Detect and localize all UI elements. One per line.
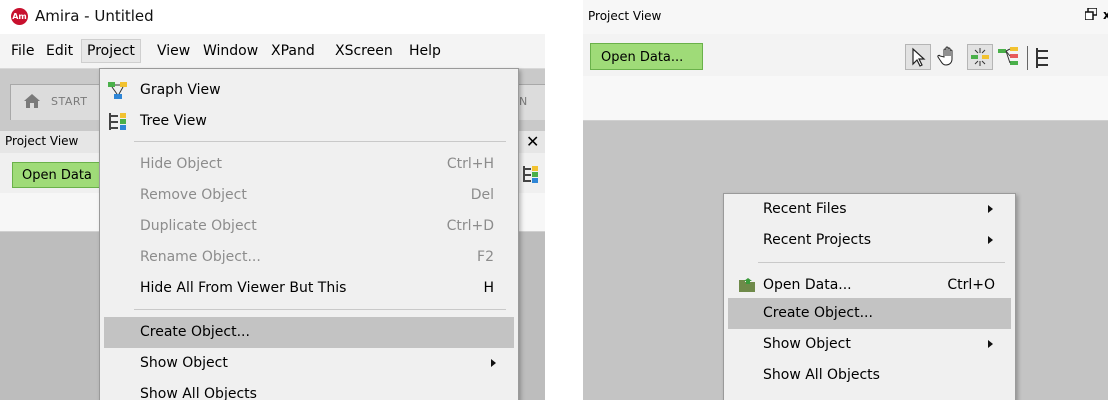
pan-tool-button[interactable] <box>936 44 962 70</box>
recent-files-label: Recent Files <box>763 201 847 217</box>
menu-item-hide-object[interactable]: Hide Object Ctrl+H <box>104 149 514 180</box>
menu-item-show-object[interactable]: Show Object <box>104 348 514 379</box>
menu-separator <box>134 309 506 310</box>
rename-object-label: Rename Object... <box>140 249 261 265</box>
remove-object-label: Remove Object <box>140 187 247 203</box>
close-icon[interactable]: ✕ <box>526 132 539 151</box>
burst-icon <box>971 48 989 66</box>
menu-item-create-object[interactable]: Create Object... <box>104 317 514 348</box>
menu-separator <box>758 262 1005 263</box>
float-window-icon[interactable] <box>1085 8 1097 20</box>
open-data-label: Open Data... <box>763 277 852 293</box>
amira-main-window: Am Amira - Untitled File Edit Project Vi… <box>0 0 545 400</box>
title-bar: Am Amira - Untitled <box>0 0 545 34</box>
graph-view-icon <box>108 82 127 99</box>
menu-item-show-object[interactable]: Show Object <box>728 329 1011 360</box>
project-view-strip <box>583 76 1108 121</box>
hide-object-label: Hide Object <box>140 156 222 172</box>
hide-all-label: Hide All From Viewer But This <box>140 280 347 296</box>
tree-view-icon[interactable] <box>1035 46 1049 70</box>
menu-item-duplicate-object[interactable]: Duplicate Object Ctrl+D <box>104 211 514 242</box>
submenu-arrow-icon <box>988 340 993 348</box>
menu-item-open-data[interactable]: Open Data... Ctrl+O <box>728 270 1011 301</box>
menu-item-show-all-objects[interactable]: Show All Objects <box>728 360 1011 391</box>
submenu-arrow-icon <box>988 236 993 244</box>
menu-item-show-all-objects[interactable]: Show All Objects <box>104 379 514 400</box>
menu-item-recent-projects[interactable]: Recent Projects <box>728 225 1011 256</box>
menu-item-rename-object[interactable]: Rename Object... F2 <box>104 242 514 273</box>
menu-project[interactable]: Project <box>81 39 141 63</box>
menu-window[interactable]: Window <box>198 40 263 62</box>
tree-view-icon <box>109 113 126 130</box>
project-view-toolbar: Open Data... <box>583 34 1108 76</box>
toolbar-separator <box>1027 46 1028 70</box>
menu-item-graph-view[interactable]: Graph View <box>104 75 514 106</box>
graph-view-icon <box>998 47 1018 65</box>
remove-object-shortcut: Del <box>470 187 494 203</box>
project-context-menu: Recent Files Recent Projects Open Data..… <box>723 193 1016 400</box>
open-data-button[interactable]: Open Data... <box>590 43 703 70</box>
tab-start[interactable]: START <box>10 84 107 120</box>
menu-item-hide-all-but-this[interactable]: Hide All From Viewer But This H <box>104 273 514 304</box>
home-icon <box>24 94 40 108</box>
show-all-objects-label: Show All Objects <box>140 386 257 400</box>
menu-item-remove-object[interactable]: Remove Object Del <box>104 180 514 211</box>
duplicate-object-shortcut: Ctrl+D <box>446 218 494 234</box>
hide-all-shortcut: H <box>483 280 494 296</box>
hide-object-shortcut: Ctrl+H <box>446 156 494 172</box>
show-all-objects-label: Show All Objects <box>763 367 880 383</box>
menu-help[interactable]: Help <box>404 40 446 62</box>
recent-projects-label: Recent Projects <box>763 232 872 248</box>
project-menu-dropdown: Graph View Tree View Hide Object Ctrl+H … <box>99 68 519 400</box>
show-object-label: Show Object <box>763 336 851 352</box>
pointer-icon <box>912 47 926 67</box>
create-object-label: Create Object... <box>140 324 250 340</box>
open-folder-icon <box>739 278 755 292</box>
rename-object-shortcut: F2 <box>477 249 494 265</box>
menu-xpand[interactable]: XPand <box>266 40 320 62</box>
project-view-panel: Project View x Open Data... Recent Files… <box>583 0 1108 400</box>
menu-edit[interactable]: Edit <box>41 40 78 62</box>
project-view-header: Project View x <box>583 0 1108 35</box>
submenu-arrow-icon <box>491 359 496 367</box>
hand-icon <box>937 46 953 66</box>
amira-logo-icon: Am <box>11 8 28 25</box>
menu-item-recent-files[interactable]: Recent Files <box>728 194 1011 225</box>
tree-view-icon[interactable] <box>523 165 539 183</box>
menu-bar: File Edit Project View Window XPand XScr… <box>0 34 545 69</box>
show-object-label: Show Object <box>140 355 228 371</box>
menu-xscreen[interactable]: XScreen <box>330 40 398 62</box>
tree-view-label: Tree View <box>140 113 207 129</box>
tab-start-label: START <box>51 95 88 108</box>
graph-view-label: Graph View <box>140 82 221 98</box>
window-title: Amira - Untitled <box>35 7 154 25</box>
menu-item-create-object[interactable]: Create Object... <box>728 298 1011 329</box>
tab-partial-label: N <box>519 95 528 108</box>
project-view-title: Project View <box>5 134 79 148</box>
menu-separator <box>134 141 506 142</box>
menu-file[interactable]: File <box>6 40 39 62</box>
menu-view[interactable]: View <box>152 40 195 62</box>
select-tool-button[interactable] <box>905 44 931 70</box>
open-data-shortcut: Ctrl+O <box>947 277 995 293</box>
submenu-arrow-icon <box>988 205 993 213</box>
close-icon[interactable]: x <box>1103 8 1108 22</box>
duplicate-object-label: Duplicate Object <box>140 218 257 234</box>
graph-layout-button[interactable] <box>996 44 1022 70</box>
menu-item-tree-view[interactable]: Tree View <box>104 106 514 137</box>
create-object-label: Create Object... <box>763 305 873 321</box>
auto-connect-button[interactable] <box>967 44 993 70</box>
project-view-title: Project View <box>588 9 662 23</box>
